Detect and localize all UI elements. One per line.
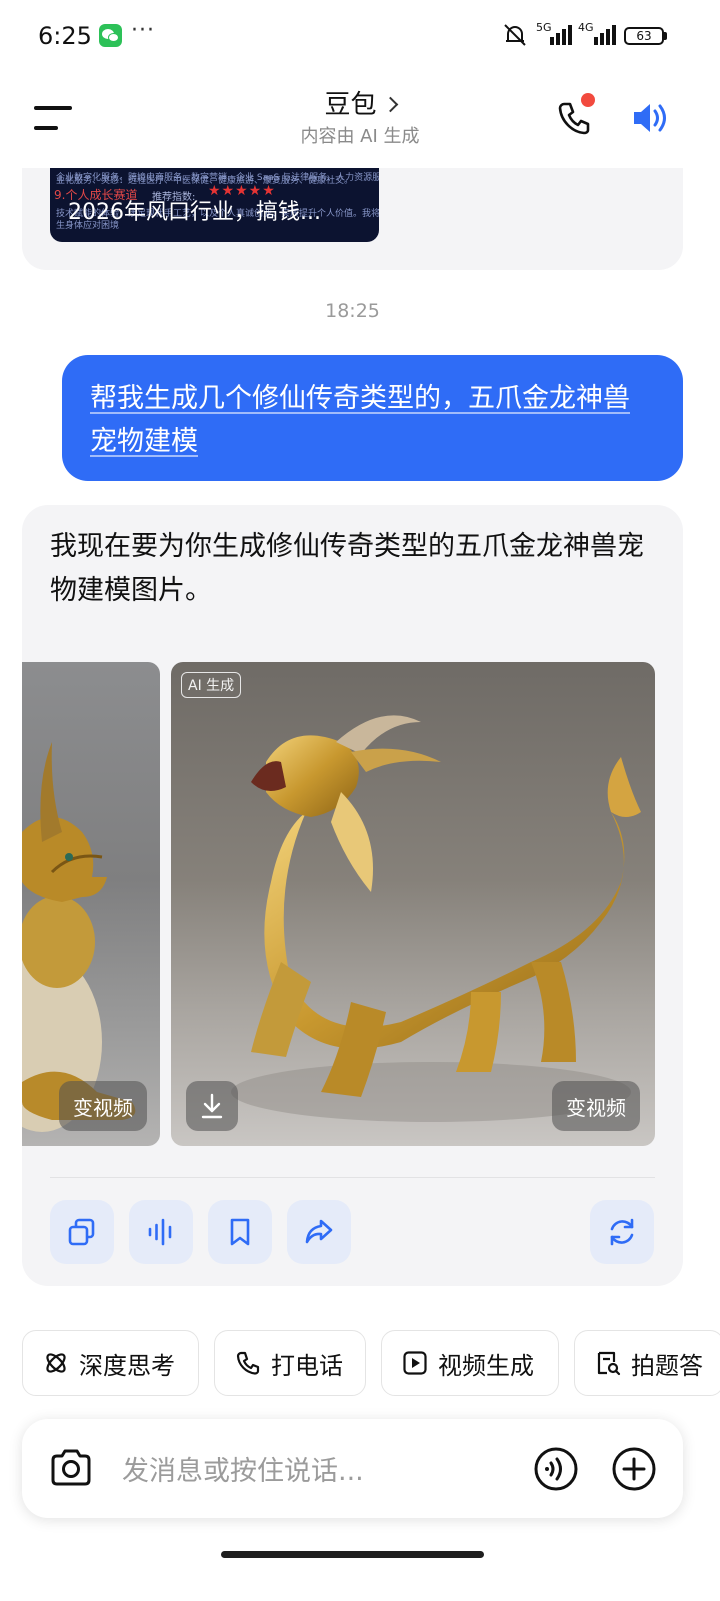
add-attachment-button[interactable] [611, 1446, 657, 1496]
photo-question-icon [597, 1351, 621, 1376]
phone-call-chip[interactable]: 打电话 [214, 1330, 366, 1396]
refresh-icon [610, 1218, 634, 1246]
download-icon [201, 1093, 223, 1119]
chevron-right-icon [382, 96, 398, 113]
share-button[interactable] [287, 1200, 351, 1264]
plus-circle-icon [612, 1447, 656, 1491]
video-gen-label: 视频生成 [438, 1351, 534, 1380]
battery-icon: 63 [624, 27, 664, 45]
voice-wave-circle-icon [534, 1447, 578, 1491]
regenerate-button[interactable] [590, 1200, 654, 1264]
camera-button[interactable] [48, 1445, 94, 1495]
video-gen-chip[interactable]: 视频生成 [381, 1330, 559, 1396]
deep-think-chip[interactable]: 深度思考 [22, 1330, 199, 1396]
user-message-bubble[interactable]: 帮我生成几个修仙传奇类型的，五爪金龙神兽宠物建模 [62, 355, 683, 481]
card-caption: 2026年风口行业，搞钱... [68, 200, 321, 225]
home-indicator[interactable] [221, 1551, 484, 1558]
copy-icon [68, 1218, 95, 1246]
generated-image-1[interactable]: 变视频 [22, 662, 160, 1146]
notification-dot [581, 93, 595, 107]
to-video-label: 变视频 [73, 1095, 133, 1120]
camera-icon [51, 1449, 91, 1486]
card-faint-line: 业化服务、灵感：远程医疗、中医保健、健康旅游、康复服务、健康社交。 [56, 176, 354, 186]
video-play-icon [403, 1351, 427, 1375]
share-arrow-icon [305, 1219, 333, 1244]
battery-tip [664, 32, 667, 40]
top-nav: 豆包 内容由 AI 生成 [0, 70, 720, 168]
phone-call-label: 打电话 [271, 1351, 343, 1380]
article-card[interactable]: 企业数字化服务、跨境电商服务、数字营销、企业 SaaS 与法律服务、人力资源服务… [50, 168, 379, 242]
signal-4g-icon [592, 25, 618, 49]
voice-wave-icon [148, 1218, 172, 1246]
golden-dragon-illustration [231, 715, 641, 1122]
message-input-placeholder[interactable]: 发消息或按住说话... [122, 1449, 364, 1488]
deep-think-icon [46, 1353, 66, 1373]
chat-title-text: 豆包 [324, 90, 377, 120]
bot-message-text: 我现在要为你生成修仙传奇类型的五爪金龙神兽宠物建模图片。 [50, 531, 644, 606]
ai-generated-tag: AI 生成 [181, 672, 242, 698]
previous-bot-bubble: 企业数字化服务、跨境电商服务、数字营销、企业 SaaS 与法律服务、人力资源服务… [22, 168, 683, 270]
generated-image-2[interactable]: AI 生成 变视频 [171, 662, 655, 1146]
deep-think-label: 深度思考 [79, 1351, 175, 1380]
chat-title[interactable]: 豆包 [0, 84, 720, 121]
bell-muted-icon [502, 22, 528, 52]
more-notifications-icon: ··· [131, 18, 155, 43]
download-button[interactable] [186, 1081, 238, 1131]
photo-question-label: 拍题答 [631, 1351, 703, 1380]
copy-button[interactable] [50, 1200, 114, 1264]
wechat-notification-icon [99, 24, 122, 47]
status-time: 6:25 [38, 22, 92, 50]
phone-icon [236, 1351, 260, 1375]
user-message-text: 帮我生成几个修仙传奇类型的，五爪金龙神兽宠物建模 [90, 383, 630, 457]
bookmark-icon [230, 1218, 250, 1246]
quick-actions-bar: 深度思考 打电话 视频生成 拍题答 [0, 1330, 720, 1398]
message-input-bar[interactable]: 发消息或按住说话... [22, 1419, 683, 1518]
to-video-label: 变视频 [566, 1095, 626, 1120]
to-video-button[interactable]: 变视频 [552, 1081, 640, 1131]
ai-disclaimer: 内容由 AI 生成 [300, 126, 420, 147]
read-aloud-button[interactable] [129, 1200, 193, 1264]
to-video-button[interactable]: 变视频 [59, 1081, 147, 1131]
bookmark-button[interactable] [208, 1200, 272, 1264]
photo-question-chip[interactable]: 拍题答 [574, 1330, 720, 1396]
message-timestamp: 18:25 [325, 300, 380, 322]
bot-message-bubble: 我现在要为你生成修仙传奇类型的五爪金龙神兽宠物建模图片。 变视频 AI 生成 变… [22, 505, 683, 1286]
status-bar: 6:25 ··· 5G 4G 63 [0, 0, 720, 70]
voice-input-button[interactable] [533, 1446, 579, 1496]
speaker-icon[interactable] [630, 98, 674, 138]
signal-5g-icon [548, 25, 574, 49]
divider [50, 1177, 655, 1178]
